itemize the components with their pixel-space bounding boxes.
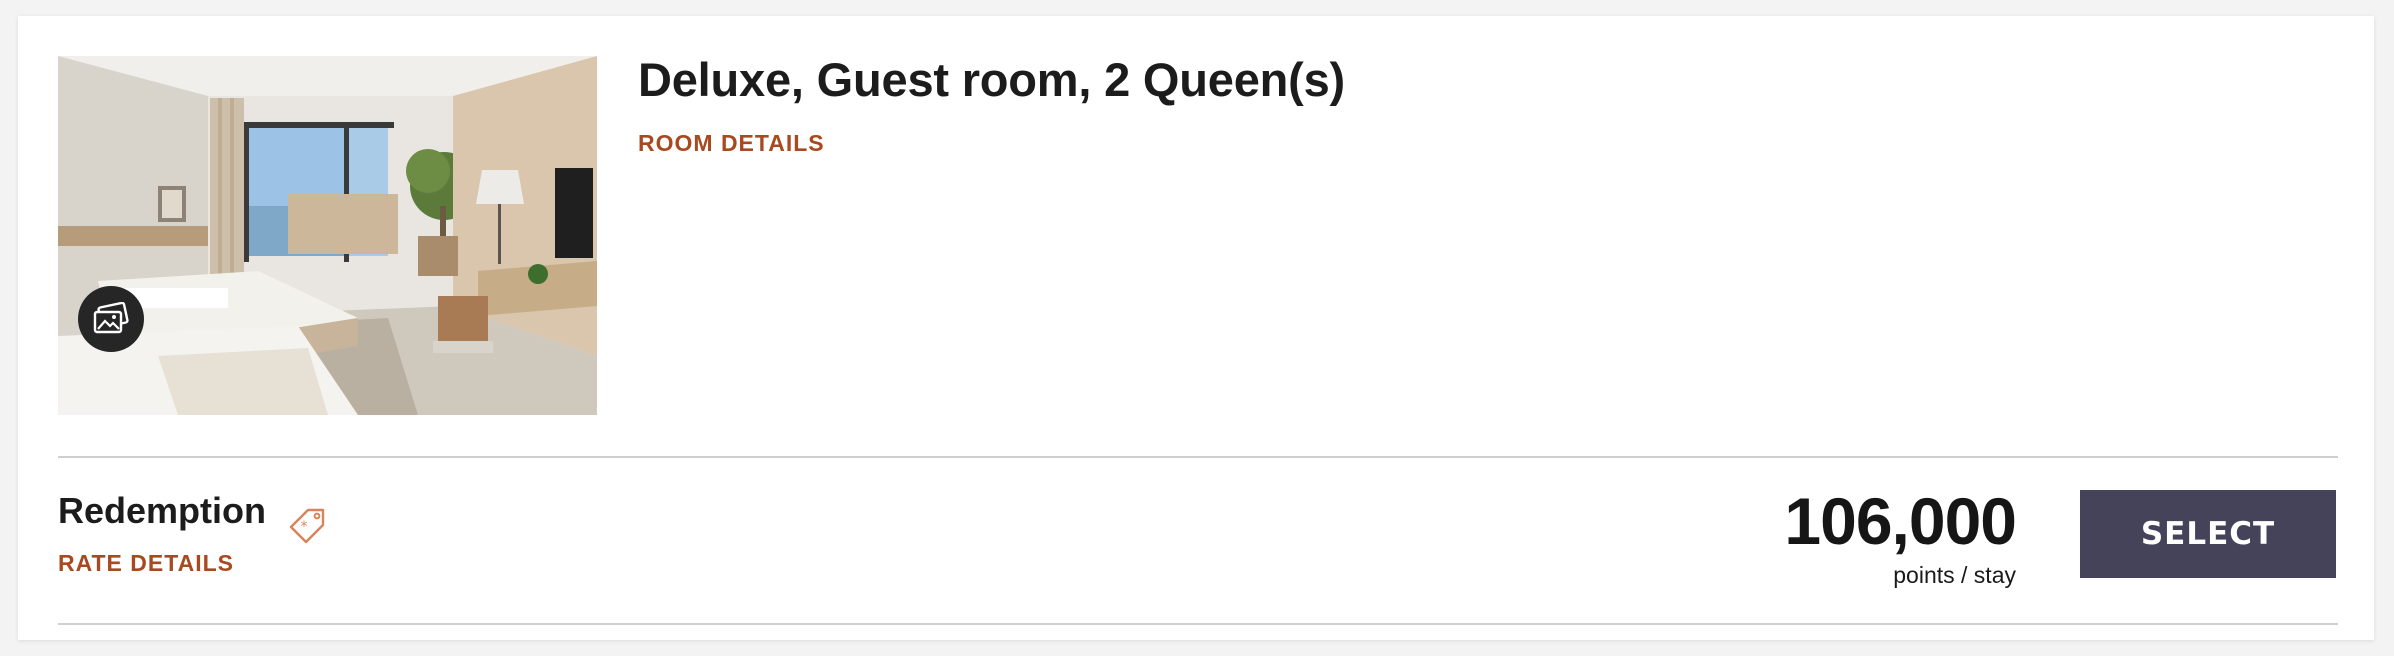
offer-tag-icon[interactable]: * (288, 506, 328, 546)
price-points: 106,000 (1784, 484, 2017, 558)
svg-text:*: * (301, 519, 308, 535)
divider (58, 456, 2338, 458)
room-title: Deluxe, Guest room, 2 Queen(s) (638, 53, 1346, 106)
price-unit: points / stay (1893, 562, 2016, 588)
room-rate-card: Deluxe, Guest room, 2 Queen(s) ROOM DETA… (18, 16, 2374, 640)
room-photo-image (58, 56, 597, 415)
select-button[interactable]: SELECT (2080, 490, 2336, 578)
room-details-link[interactable]: ROOM DETAILS (638, 130, 825, 157)
photo-gallery-button[interactable] (78, 286, 144, 352)
image-gallery-icon (93, 302, 129, 334)
rate-name: Redemption (58, 490, 267, 531)
divider (58, 623, 2338, 625)
room-photo[interactable] (58, 56, 597, 415)
rate-details-link[interactable]: RATE DETAILS (58, 550, 234, 577)
